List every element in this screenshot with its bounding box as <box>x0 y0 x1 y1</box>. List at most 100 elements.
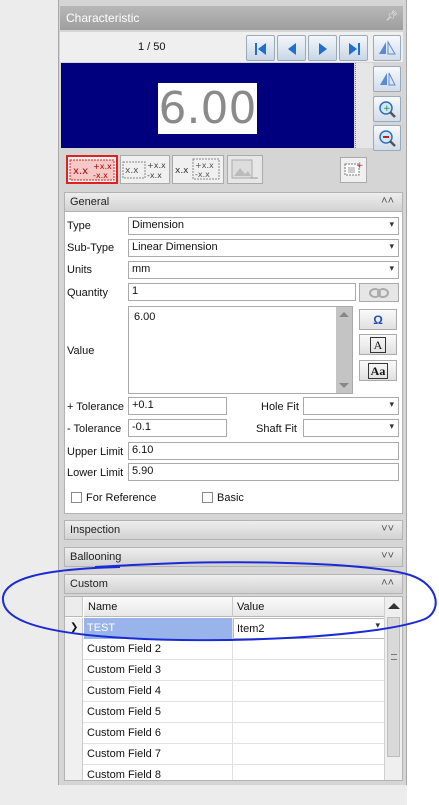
mirror-icon <box>379 40 396 55</box>
table-row[interactable]: Custom Field 8 <box>65 765 385 780</box>
plus-tolerance-field[interactable]: +0.1 <box>128 397 227 415</box>
scroll-down-icon[interactable] <box>339 383 349 388</box>
first-record-button[interactable] <box>246 35 275 61</box>
previous-record-button[interactable] <box>277 35 306 61</box>
text-style-button[interactable]: Aa <box>359 360 397 381</box>
row-selector[interactable] <box>65 723 83 744</box>
omega-icon: Ω <box>373 313 383 327</box>
shaft-fit-label: Shaft Fit <box>256 423 297 435</box>
svg-text:-x.x: -x.x <box>93 171 108 180</box>
shaft-fit-dropdown[interactable] <box>303 419 399 437</box>
row-selector[interactable] <box>65 765 83 780</box>
annotation-circle <box>1 561 437 642</box>
basic-checkbox[interactable] <box>202 492 213 503</box>
value-cell[interactable] <box>233 681 385 702</box>
value-cell[interactable] <box>233 765 385 780</box>
quantity-field[interactable]: 1 <box>128 283 356 301</box>
units-label: Units <box>67 264 93 276</box>
row-selector[interactable] <box>65 681 83 702</box>
zoom-ruler[interactable] <box>355 63 373 148</box>
row-selector[interactable] <box>65 744 83 765</box>
link-button[interactable] <box>359 283 399 302</box>
zoom-in-icon: + <box>379 101 396 118</box>
svg-text:+: + <box>356 161 364 171</box>
name-cell[interactable]: Custom Field 7 <box>84 744 233 765</box>
name-cell[interactable]: Custom Field 6 <box>84 723 233 744</box>
upper-limit-field[interactable]: 6.10 <box>128 442 399 460</box>
panel-title: Characteristic <box>66 11 140 25</box>
minus-tolerance-field[interactable]: -0.1 <box>128 419 227 437</box>
table-row[interactable]: Custom Field 3 <box>65 660 385 681</box>
svg-text:+x.x: +x.x <box>147 161 166 170</box>
name-cell[interactable]: Custom Field 5 <box>84 702 233 723</box>
value-cell[interactable] <box>233 660 385 681</box>
svg-text:-x.x: -x.x <box>195 170 210 179</box>
image-frame-icon <box>231 159 258 179</box>
name-cell[interactable]: Custom Field 4 <box>84 681 233 702</box>
mirror-horizontal-button[interactable] <box>373 35 401 61</box>
value-text: 6.00 <box>134 311 156 323</box>
format-button-1[interactable]: x.x +x.x -x.x <box>66 155 118 184</box>
units-value: mm <box>132 263 151 275</box>
zoom-in-button[interactable]: + <box>373 96 401 122</box>
zoom-out-icon <box>379 130 396 147</box>
svg-text:x.x: x.x <box>125 166 139 176</box>
row-selector[interactable] <box>65 702 83 723</box>
svg-text:+: + <box>383 104 391 114</box>
last-record-button[interactable] <box>339 35 368 61</box>
svg-text:x.x: x.x <box>73 166 88 177</box>
format-button-4[interactable] <box>227 155 263 184</box>
display-value: 6.00 <box>158 83 257 134</box>
row-selector[interactable] <box>65 660 83 681</box>
quantity-label: Quantity <box>67 287 108 299</box>
pin-icon[interactable]: 📌︎ <box>385 11 398 22</box>
next-record-button[interactable] <box>308 35 337 61</box>
value-textarea[interactable]: 6.00 <box>128 306 353 394</box>
value-cell[interactable] <box>233 702 385 723</box>
lower-limit-field[interactable]: 5.90 <box>128 463 399 481</box>
basic-label: Basic <box>217 492 244 504</box>
value-cell[interactable] <box>233 744 385 765</box>
link-icon <box>369 288 389 298</box>
upper-limit-value: 6.10 <box>132 444 154 456</box>
upper-limit-label: Upper Limit <box>67 446 124 458</box>
type-value: Dimension <box>132 219 184 231</box>
capture-button[interactable]: + <box>340 157 367 183</box>
tolerance-format-icon: x.x +x.x-x.x <box>122 161 166 180</box>
svg-text:x.x: x.x <box>175 166 189 176</box>
zoom-out-button[interactable] <box>373 125 401 151</box>
subtype-label: Sub-Type <box>67 242 115 254</box>
expand-icon[interactable]: ˅˅ <box>381 523 394 535</box>
scroll-up-icon[interactable] <box>339 312 349 317</box>
capture-icon: + <box>344 161 364 176</box>
mirror-vertical-button[interactable] <box>373 66 401 92</box>
subtype-dropdown[interactable]: Linear Dimension <box>128 239 399 257</box>
general-section-header[interactable]: General ˄˄ <box>64 192 403 212</box>
subtype-value: Linear Dimension <box>132 241 218 253</box>
table-row[interactable]: Custom Field 7 <box>65 744 385 765</box>
inspection-section-header[interactable]: Inspection ˅˅ <box>64 520 403 540</box>
format-button-3[interactable]: x.x +x.x -x.x <box>172 155 224 184</box>
first-icon <box>255 43 266 55</box>
collapse-icon[interactable]: ˄˄ <box>381 195 394 207</box>
format-button-2[interactable]: x.x +x.x -x.x <box>120 155 170 184</box>
hole-fit-dropdown[interactable] <box>303 397 399 415</box>
table-row[interactable]: Custom Field 6 <box>65 723 385 744</box>
panel-title-bar: Characteristic 📌︎ <box>60 6 403 30</box>
type-dropdown[interactable]: Dimension <box>128 217 399 235</box>
value-scrollbar[interactable] <box>336 307 352 393</box>
for-reference-checkbox[interactable] <box>71 492 82 503</box>
tolerance-format-icon: x.x +x.x-x.x <box>175 158 220 180</box>
table-row[interactable]: Custom Field 5 <box>65 702 385 723</box>
table-row[interactable]: Custom Field 4 <box>65 681 385 702</box>
name-cell[interactable]: Custom Field 3 <box>84 660 233 681</box>
next-icon <box>319 43 327 55</box>
units-dropdown[interactable]: mm <box>128 261 399 279</box>
font-button[interactable]: A <box>359 334 397 355</box>
minus-tolerance-label: - Tolerance <box>67 423 122 435</box>
symbol-button[interactable]: Ω <box>359 309 397 330</box>
font-icon: A <box>369 337 387 353</box>
value-cell[interactable] <box>233 723 385 744</box>
plus-tolerance-value: +0.1 <box>132 399 154 411</box>
name-cell[interactable]: Custom Field 8 <box>84 765 233 780</box>
